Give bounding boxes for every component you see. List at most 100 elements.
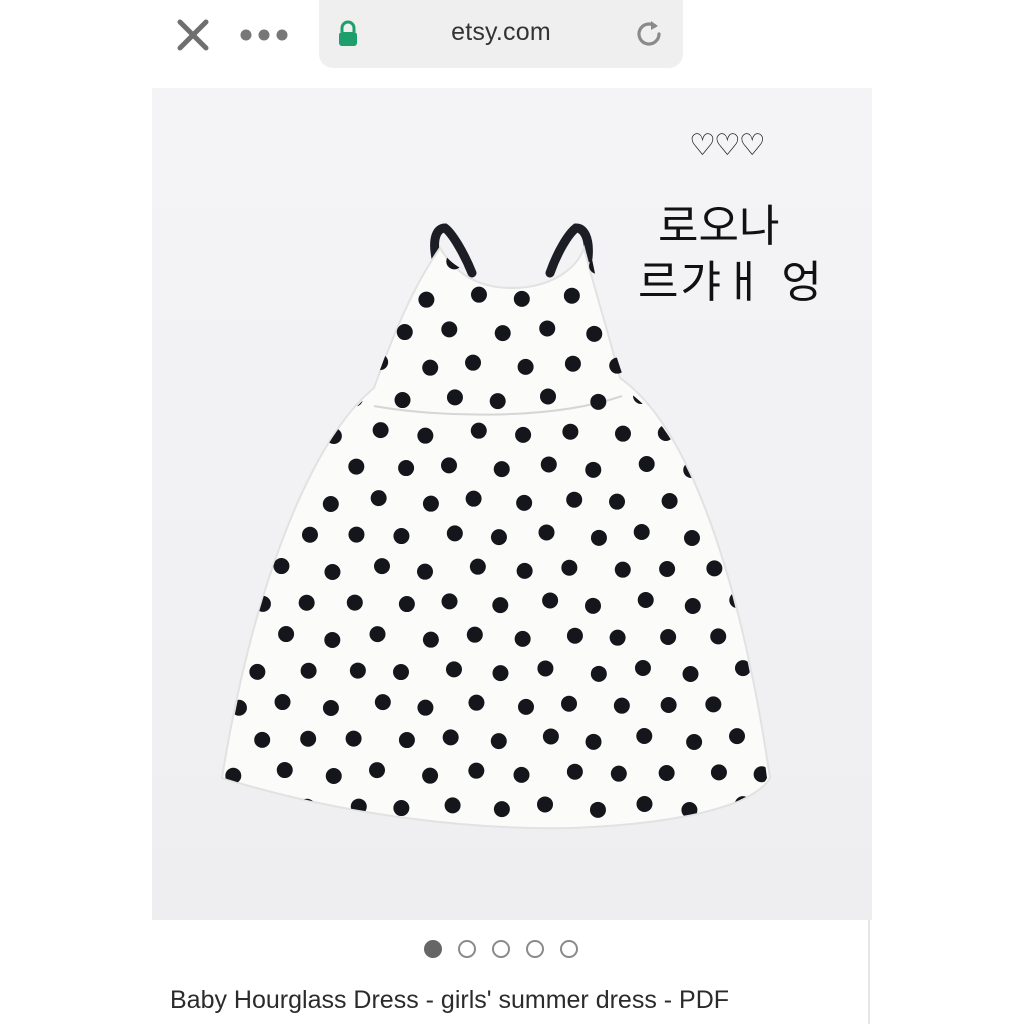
listing-title[interactable]: Baby Hourglass Dress - girls' summer dre…	[170, 986, 729, 1015]
polka-dot	[369, 762, 386, 779]
polka-dot	[730, 456, 747, 473]
polka-dot	[609, 357, 626, 374]
polka-dot	[590, 665, 607, 682]
divider	[868, 920, 870, 1024]
polka-dot	[373, 558, 390, 575]
polka-dot	[273, 558, 290, 575]
polka-dot	[708, 492, 725, 509]
polka-dot	[614, 425, 631, 442]
reload-icon[interactable]	[633, 18, 665, 50]
carousel-dot[interactable]	[560, 940, 578, 958]
polka-dot	[778, 666, 794, 682]
polka-dot	[563, 287, 580, 304]
polka-dot	[585, 461, 602, 478]
polka-dot	[445, 661, 462, 678]
polka-dot	[638, 456, 655, 473]
polka-dot	[659, 560, 676, 577]
polka-dot	[517, 358, 534, 375]
polka-dot	[230, 836, 246, 852]
polka-dot	[444, 797, 461, 814]
polka-dot	[539, 320, 556, 337]
polka-dot	[398, 596, 415, 613]
polka-dot	[468, 762, 485, 779]
close-button[interactable]	[172, 14, 214, 56]
polka-dot	[398, 732, 415, 749]
polka-dot	[204, 390, 220, 406]
carousel-dot[interactable]	[492, 940, 510, 958]
polka-dot	[662, 833, 678, 849]
polka-dot	[324, 631, 341, 648]
polka-dot	[229, 427, 246, 444]
address-bar[interactable]: etsy.com	[319, 0, 683, 68]
polka-dot	[346, 594, 363, 611]
polka-dot	[393, 800, 410, 817]
polka-dot	[393, 528, 410, 545]
polka-dot	[566, 763, 583, 780]
polka-dot	[250, 255, 267, 272]
polka-dot	[302, 390, 319, 407]
overlay-text-line1: 로오나	[658, 201, 780, 252]
polka-dot	[322, 495, 339, 512]
polka-dot	[585, 597, 602, 614]
polka-dot	[612, 834, 628, 850]
polka-dot	[297, 322, 314, 339]
polka-dot	[561, 695, 578, 712]
polka-dot	[562, 423, 579, 440]
polka-dot	[346, 390, 363, 407]
polka-dot	[278, 490, 295, 507]
polka-dot	[729, 592, 746, 609]
polka-dot	[254, 323, 271, 340]
polka-dot	[250, 799, 267, 816]
polka-dot	[758, 426, 767, 443]
carousel-dot[interactable]	[458, 940, 476, 958]
polka-dot	[758, 834, 774, 850]
polka-dot	[207, 662, 223, 678]
polka-dot	[729, 728, 746, 745]
polka-dot	[754, 358, 767, 375]
polka-dot	[322, 699, 339, 716]
polka-dot	[609, 629, 626, 646]
polka-dot	[586, 325, 603, 342]
polka-dot	[225, 631, 242, 648]
carousel-dot[interactable]	[424, 940, 442, 958]
polka-dot	[298, 594, 315, 611]
carousel-dot[interactable]	[526, 940, 544, 958]
polka-dot	[514, 630, 531, 647]
close-icon	[177, 19, 209, 51]
polka-dot	[589, 801, 606, 818]
polka-dot	[683, 529, 700, 546]
polka-dot	[300, 662, 317, 679]
polka-dot	[537, 660, 554, 677]
polka-dot	[249, 391, 266, 408]
more-options-button[interactable]	[236, 22, 292, 48]
polka-dot	[494, 325, 511, 342]
polka-dot	[300, 730, 317, 747]
polka-dot	[442, 729, 459, 746]
polka-dot	[636, 728, 653, 745]
polka-dot	[566, 491, 583, 508]
polka-dot	[707, 424, 724, 441]
polka-dot	[537, 796, 554, 813]
polka-dot	[254, 459, 271, 476]
polka-dot	[682, 665, 699, 682]
polka-dot	[658, 764, 675, 781]
polka-dot	[278, 626, 295, 643]
url-text: etsy.com	[451, 18, 551, 46]
polka-dot	[538, 524, 555, 541]
polka-dot	[470, 286, 487, 303]
polka-dot	[422, 767, 439, 784]
polka-dot	[419, 836, 435, 852]
polka-dot	[226, 359, 243, 376]
polka-dot	[201, 730, 217, 746]
polka-dot	[707, 356, 724, 373]
polka-dot	[610, 765, 627, 782]
polka-dot	[345, 730, 362, 747]
polka-dot	[465, 354, 482, 371]
polka-dot	[561, 832, 577, 848]
polka-dot	[345, 254, 362, 271]
product-photo[interactable]: ♡♡♡ 로오나 르갸ㅐ 엉	[152, 88, 872, 920]
polka-dot	[590, 529, 607, 546]
polka-dot	[446, 525, 463, 542]
polka-dot	[637, 592, 654, 609]
carousel-indicator[interactable]	[424, 936, 604, 962]
